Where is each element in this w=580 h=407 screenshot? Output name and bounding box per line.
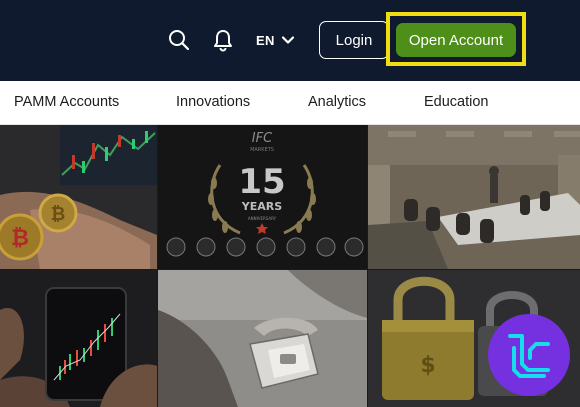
open-account-button[interactable]: Open Account — [396, 23, 516, 57]
svg-text:MARKETS: MARKETS — [250, 147, 274, 153]
anniversary-number: 15 — [238, 162, 285, 202]
search-icon[interactable] — [167, 28, 191, 52]
ring-box-photo[interactable] — [158, 270, 367, 407]
svg-text:₿: ₿ — [51, 204, 66, 225]
tc-logo-icon — [488, 314, 570, 396]
phone-trading-chart-photo[interactable] — [0, 270, 157, 407]
top-header: EN Login Open Account — [0, 0, 580, 81]
nav-item-pamm-accounts[interactable]: PAMM Accounts — [14, 94, 119, 110]
chevron-down-icon — [281, 33, 294, 48]
svg-text:₿: ₿ — [11, 226, 29, 251]
language-selector[interactable]: EN — [256, 31, 294, 49]
conference-room-photo[interactable] — [368, 125, 580, 269]
nav-item-analytics[interactable]: Analytics — [308, 94, 366, 110]
bitcoin-coins-photo[interactable]: ₿ ₿ — [0, 125, 157, 269]
nav-item-education[interactable]: Education — [424, 94, 489, 110]
svg-text:ANNIVERSARY: ANNIVERSARY — [248, 216, 277, 221]
anniversary-years-label: YEARS — [241, 200, 282, 213]
bell-icon[interactable] — [211, 28, 235, 52]
login-button[interactable]: Login — [319, 21, 389, 59]
ifc-logo: IFC — [252, 131, 273, 146]
svg-text:$: $ — [420, 353, 435, 378]
main-nav: PAMM Accounts Innovations Analytics Educ… — [0, 81, 580, 125]
language-label: EN — [256, 32, 275, 48]
nav-item-innovations[interactable]: Innovations — [176, 94, 250, 110]
anniversary-awards-photo[interactable]: IFC MARKETS 15 YEARS ANNIVERSARY — [158, 125, 367, 269]
